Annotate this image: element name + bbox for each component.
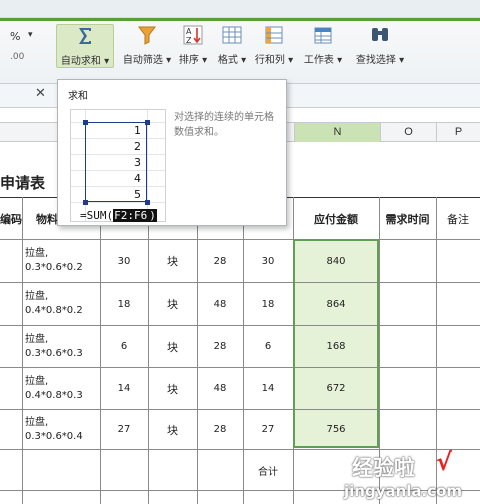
preview-number: 4 <box>134 172 141 185</box>
autosum-tooltip: 求和 1 2 3 4 5 =SUM(F2:F6) 对选择的连续的单元格数值求和。 <box>57 79 287 226</box>
worksheet-label: 工作表 <box>303 55 334 66</box>
rows-columns-label: 行和列 <box>254 55 285 66</box>
header-need-time[interactable]: 需求时间 <box>379 198 436 239</box>
sheet-title: 申请表 <box>0 174 46 192</box>
filter-icon <box>138 26 156 45</box>
preview-handle <box>145 200 150 205</box>
table-cell-price[interactable]: 28 <box>197 326 243 367</box>
format-grid-icon <box>222 26 242 44</box>
table-cell-unit[interactable]: 块 <box>148 368 197 409</box>
ribbon-tab-bar <box>0 0 480 18</box>
table-cell-qty2[interactable]: 18 <box>243 283 293 325</box>
format-label: 格式 <box>217 55 238 66</box>
svg-text:A: A <box>186 27 192 36</box>
preview-handle <box>83 120 88 125</box>
table-cell-unit[interactable]: 块 <box>148 283 197 325</box>
find-select-label: 查找选择 <box>355 55 396 66</box>
preview-handle <box>83 200 88 205</box>
tooltip-title: 求和 <box>68 91 88 102</box>
table-cell-material[interactable]: 拉盘, 0.4*0.8*0.3 <box>23 368 100 409</box>
worksheet-button[interactable]: 工作表 ▾ <box>300 24 346 68</box>
autofilter-label: 自动筛选 <box>122 55 163 66</box>
table-cell-unit[interactable]: 块 <box>148 240 197 282</box>
preview-number: 5 <box>134 188 141 201</box>
header-code[interactable]: 编码 <box>0 198 22 239</box>
table-cell-qty2[interactable]: 6 <box>243 326 293 367</box>
autosum-button[interactable]: 自动求和 ▾ <box>56 24 114 68</box>
decimal-icon[interactable]: .00 <box>10 52 24 62</box>
table-cell-qty[interactable]: 30 <box>100 240 148 282</box>
close-icon[interactable]: ✕ <box>35 86 46 101</box>
percent-icon[interactable]: % <box>10 30 20 43</box>
table-cell-qty[interactable]: 14 <box>100 368 148 409</box>
table-cell-qty[interactable]: 18 <box>100 283 148 325</box>
formula-range: F2:F6 <box>113 209 149 222</box>
column-header-o[interactable]: O <box>380 123 436 142</box>
binoculars-icon <box>372 28 388 41</box>
formula-prefix: =SUM( <box>80 209 114 222</box>
rows-columns-icon <box>265 26 283 44</box>
autofilter-button[interactable]: 自动筛选 ▾ <box>118 24 176 68</box>
preview-number: 1 <box>134 124 141 137</box>
table-cell-unit[interactable]: 块 <box>148 326 197 367</box>
tooltip-description: 对选择的连续的单元格数值求和。 <box>174 112 274 138</box>
preview-number: 2 <box>134 140 141 153</box>
table-cell-qty2[interactable]: 14 <box>243 368 293 409</box>
table-cell-unit[interactable]: 块 <box>148 410 197 449</box>
table-cell-price[interactable]: 28 <box>197 410 243 449</box>
find-select-button[interactable]: 查找选择 ▾ <box>350 24 410 68</box>
checkmark-icon: √ <box>436 448 453 476</box>
total-label[interactable]: 合计 <box>243 450 293 490</box>
preview-formula: =SUM(F2:F6) <box>80 208 157 223</box>
header-note[interactable]: 备注 <box>436 198 480 239</box>
watermark-text: 经验啦 <box>352 456 415 480</box>
sigma-icon <box>79 28 91 44</box>
more-dropdown-icon[interactable]: ▾ <box>28 30 33 40</box>
rows-columns-button[interactable]: 行和列 ▾ <box>254 24 294 68</box>
table-cell-material[interactable]: 拉盘, 0.4*0.8*0.2 <box>23 283 100 325</box>
formula-suffix: ) <box>148 209 157 222</box>
table-cell-price[interactable]: 48 <box>197 368 243 409</box>
selected-range-border <box>293 239 379 448</box>
preview-handle <box>145 120 150 125</box>
table-cell-material[interactable]: 拉盘, 0.3*0.6*0.2 <box>23 240 100 282</box>
table-cell-qty2[interactable]: 27 <box>243 410 293 449</box>
column-header-n[interactable]: N <box>294 123 380 142</box>
svg-text:Z: Z <box>186 36 192 45</box>
header-amount[interactable]: 应付金额 <box>293 198 379 239</box>
worksheet-icon <box>314 27 332 44</box>
table-cell-price[interactable]: 28 <box>197 240 243 282</box>
format-button[interactable]: 格式 ▾ <box>214 24 250 68</box>
tooltip-preview-image: 1 2 3 4 5 <box>70 109 166 222</box>
sort-az-icon: A Z <box>183 25 203 45</box>
table-cell-material[interactable]: 拉盘, 0.3*0.6*0.4 <box>23 410 100 449</box>
autosum-label: 自动求和 <box>60 56 101 67</box>
table-cell-qty[interactable]: 27 <box>100 410 148 449</box>
ribbon-accent-line <box>0 18 480 21</box>
sort-button[interactable]: A Z 排序 ▾ <box>176 24 210 68</box>
table-cell-material[interactable]: 拉盘, 0.3*0.6*0.3 <box>23 326 100 367</box>
watermark-url: jingyanla.com <box>344 482 463 500</box>
table-cell-qty[interactable]: 6 <box>100 326 148 367</box>
watermark-logo: 经验啦 √ jingyanla.com <box>340 448 478 504</box>
table-cell-price[interactable]: 48 <box>197 283 243 325</box>
sort-label: 排序 <box>178 55 199 66</box>
column-header-p[interactable]: P <box>436 123 480 142</box>
table-cell-qty2[interactable]: 30 <box>243 240 293 282</box>
preview-number: 3 <box>134 156 141 169</box>
